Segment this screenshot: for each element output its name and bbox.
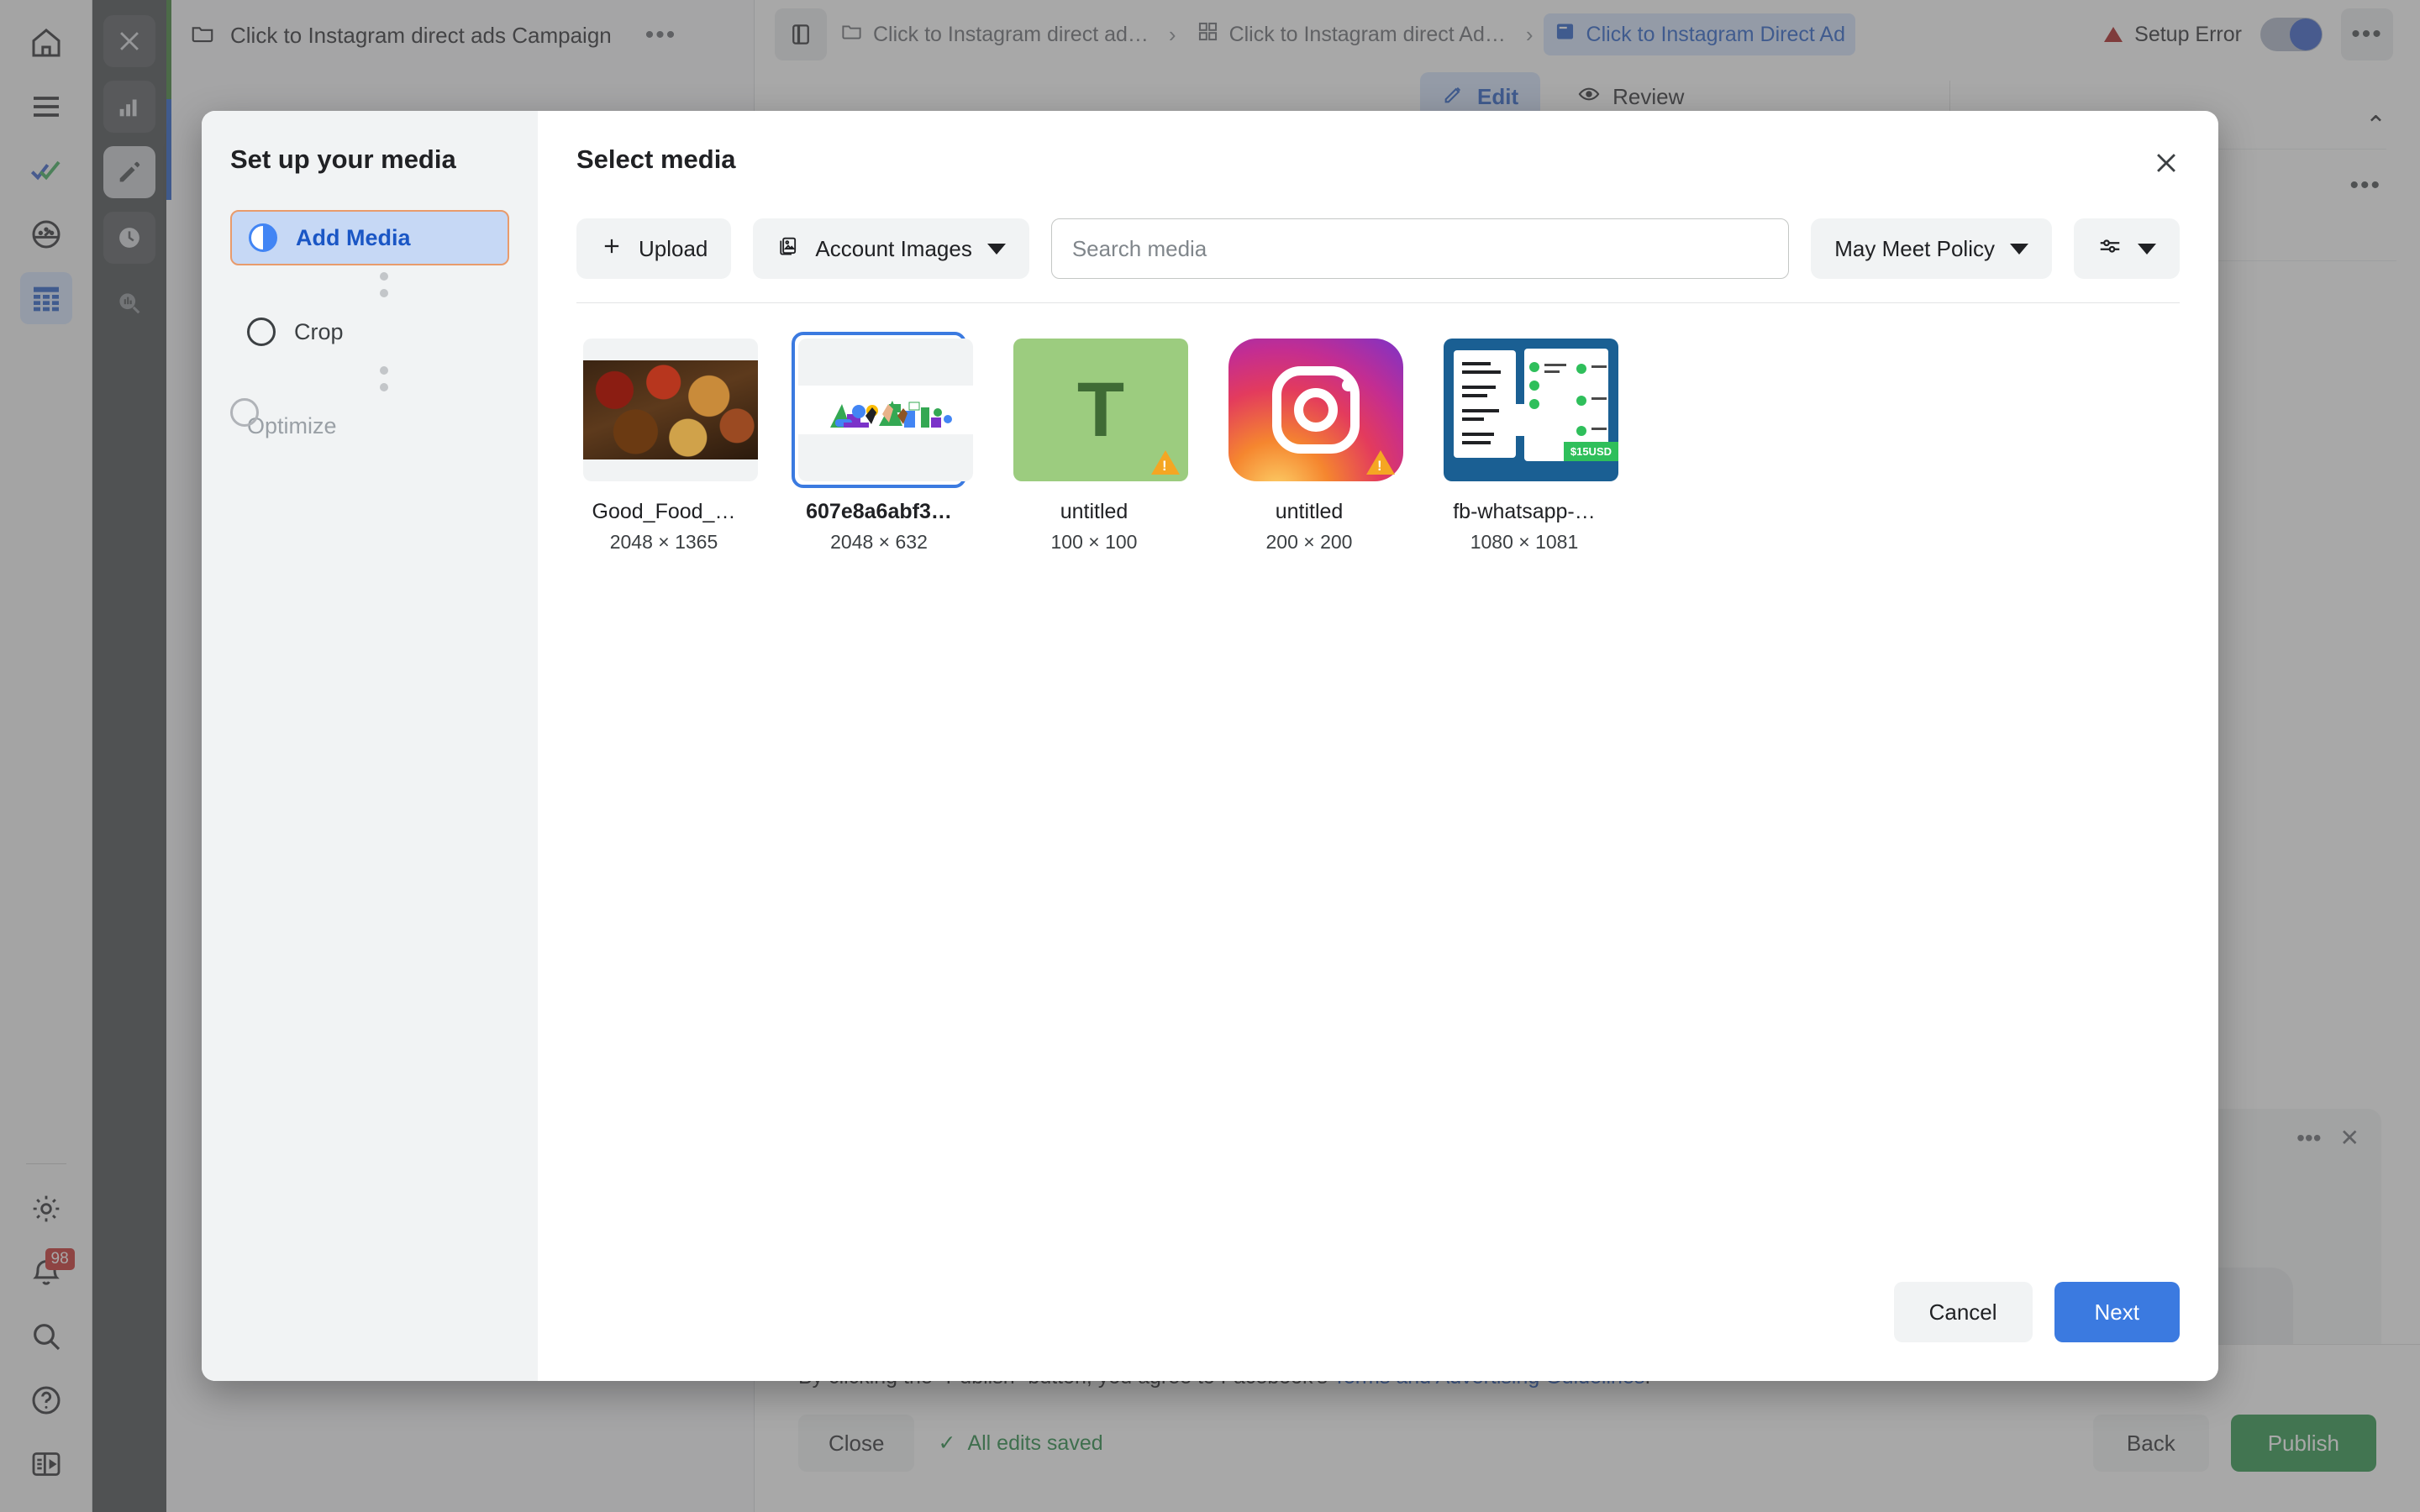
- media-dimensions: 1080 × 1081: [1470, 531, 1579, 553]
- media-name: untitled: [1275, 500, 1344, 523]
- media-dimensions: 200 × 200: [1265, 531, 1353, 553]
- illustration-art: [798, 386, 973, 434]
- media-name: Good_Food_…: [592, 500, 736, 523]
- step-open-circle-icon: [247, 318, 276, 346]
- next-button[interactable]: Next: [2054, 1282, 2180, 1342]
- wizard-step-optimize: Optimize: [230, 398, 509, 454]
- wizard-steps: Add Media Crop Optimize: [230, 210, 509, 454]
- view-options-dropdown[interactable]: [2074, 218, 2180, 279]
- media-tile[interactable]: $15USD fb-whatsapp-… 1080 × 1081: [1437, 332, 1618, 554]
- food-image-art: [583, 360, 758, 459]
- media-name: fb-whatsapp-…: [1453, 500, 1596, 523]
- chevron-down-icon: [2138, 243, 2156, 255]
- connector-dot: [380, 289, 388, 297]
- step-label: Crop: [294, 318, 344, 344]
- chevron-down-icon: [2010, 243, 2028, 255]
- connector-dot: [380, 272, 388, 281]
- media-thumbnail: [1228, 339, 1403, 481]
- media-tile-selected[interactable]: 607e8a6abf3… 2048 × 632: [792, 332, 973, 554]
- step-connector: [259, 360, 509, 398]
- media-tile[interactable]: Good_Food_… 2048 × 1365: [576, 332, 758, 554]
- step-dim-circle-icon: [230, 398, 259, 427]
- media-thumb-wrap: T: [1007, 332, 1188, 488]
- media-thumbnail: T: [1013, 339, 1188, 481]
- upload-label: Upload: [639, 235, 708, 261]
- step-half-circle-icon: [249, 223, 277, 252]
- media-wizard-sidebar: Set up your media Add Media Crop Optimiz…: [202, 111, 538, 1381]
- whatsapp-ad-art: $15USD: [1444, 339, 1618, 481]
- media-tile[interactable]: untitled 200 × 200: [1222, 332, 1403, 554]
- upload-button[interactable]: Upload: [576, 218, 732, 279]
- close-icon[interactable]: [2143, 139, 2190, 186]
- dialog-header: Select media: [576, 144, 2180, 175]
- account-images-dropdown[interactable]: Account Images: [753, 218, 1029, 279]
- wizard-step-crop[interactable]: Crop: [230, 304, 509, 360]
- media-thumbnail: [798, 339, 973, 481]
- media-thumbnail: [583, 339, 758, 481]
- search-media-field[interactable]: [1050, 218, 1790, 279]
- media-dimensions: 2048 × 1365: [609, 531, 718, 553]
- letter-t-art: T: [1076, 366, 1125, 453]
- step-label: Optimize: [247, 412, 337, 438]
- policy-filter-label: May Meet Policy: [1834, 235, 1995, 261]
- policy-warning-icon: [1151, 450, 1180, 475]
- step-label: Add Media: [296, 224, 411, 250]
- chevron-down-icon: [986, 243, 1006, 255]
- dialog-title: Select media: [576, 144, 736, 174]
- search-input[interactable]: [1071, 235, 1769, 262]
- price-badge: $15USD: [1563, 442, 1618, 461]
- media-dimensions: 2048 × 632: [830, 531, 928, 553]
- connector-dot: [380, 366, 388, 375]
- dialog-footer: Cancel Next: [576, 1282, 2180, 1381]
- step-connector: [259, 265, 509, 304]
- media-name: 607e8a6abf3…: [806, 500, 952, 523]
- instagram-dot: [1342, 379, 1355, 391]
- media-tile[interactable]: T untitled 100 × 100: [1007, 332, 1188, 554]
- media-grid: Good_Food_… 2048 × 1365 607e8a6abf3… 204…: [576, 303, 2180, 1282]
- media-thumb-wrap: [792, 332, 973, 488]
- plus-icon: [600, 234, 623, 264]
- policy-filter-dropdown[interactable]: May Meet Policy: [1811, 218, 2052, 279]
- wizard-step-add-media[interactable]: Add Media: [230, 210, 509, 265]
- media-thumb-wrap: [1222, 332, 1403, 488]
- select-media-main: Select media Upload Account Images Searc…: [538, 111, 2218, 1381]
- media-name: untitled: [1060, 500, 1128, 523]
- connector-dot: [380, 383, 388, 391]
- sliders-icon: [2097, 234, 2123, 265]
- wizard-title: Set up your media: [230, 144, 456, 174]
- instagram-circle: [1294, 388, 1338, 432]
- cancel-button[interactable]: Cancel: [1893, 1282, 2033, 1342]
- policy-warning-icon: [1366, 450, 1395, 475]
- images-stack-icon: [776, 234, 800, 264]
- media-thumb-wrap: $15USD: [1437, 332, 1618, 488]
- account-images-label: Account Images: [815, 235, 972, 261]
- media-thumb-wrap: [576, 332, 758, 488]
- media-dimensions: 100 × 100: [1050, 531, 1138, 553]
- select-media-dialog: Set up your media Add Media Crop Optimiz…: [202, 111, 2218, 1381]
- media-toolbar: Upload Account Images May Meet Policy: [576, 218, 2180, 279]
- media-thumbnail: $15USD: [1444, 339, 1618, 481]
